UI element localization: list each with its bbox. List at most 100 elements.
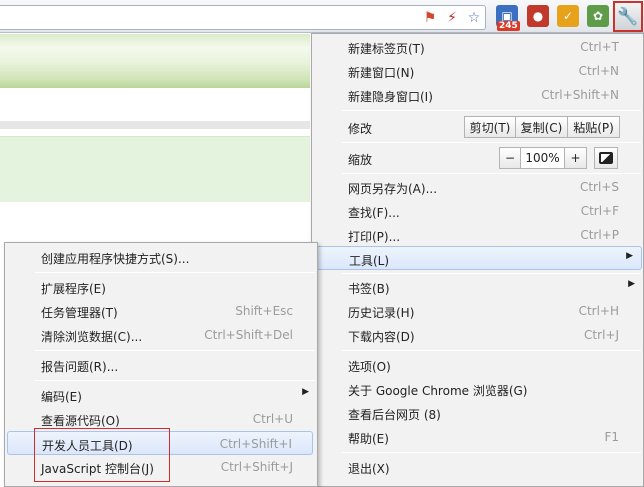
- menu-shortcut: Ctrl+P: [580, 228, 619, 242]
- menu-label: 缩放: [348, 153, 373, 167]
- menu-item-encoding[interactable]: 编码(E) ▶: [5, 383, 317, 407]
- highlight-box-wrench: [613, 1, 643, 32]
- menu-label: 查看源代码(O): [41, 414, 120, 428]
- evernote-icon: ✿: [592, 9, 604, 23]
- menu-separator: [35, 380, 315, 381]
- copy-button[interactable]: 复制(C): [516, 116, 568, 138]
- extension-badge: 245: [497, 21, 520, 31]
- menu-item-downloads[interactable]: 下载内容(D) Ctrl+J: [312, 323, 643, 347]
- menu-separator: [342, 142, 641, 143]
- menu-label: 扩展程序(E): [41, 282, 106, 296]
- fullscreen-button[interactable]: [594, 147, 618, 169]
- highlight-box-devtools: [34, 428, 170, 482]
- menu-label: 历史记录(H): [348, 306, 415, 320]
- menu-label: 书签(B): [348, 282, 390, 296]
- menu-item-new-tab[interactable]: 新建标签页(T) Ctrl+T: [312, 35, 643, 59]
- menu-item-edit: 修改 剪切(T) 复制(C) 粘贴(P): [312, 113, 643, 141]
- menu-item-create-shortcuts[interactable]: 创建应用程序快捷方式(S)...: [5, 245, 317, 269]
- menu-shortcut: Ctrl+Shift+N: [541, 88, 619, 102]
- extension-button-3[interactable]: ✓: [557, 5, 579, 27]
- menu-item-help[interactable]: 帮助(E) F1: [312, 425, 643, 449]
- menu-shortcut: Ctrl+Shift+Del: [204, 328, 293, 342]
- menu-separator: [342, 273, 641, 274]
- menu-separator: [342, 173, 641, 174]
- menu-shortcut: Ctrl+N: [578, 64, 619, 78]
- extension-button-4[interactable]: ✿: [587, 5, 609, 27]
- menu-item-options[interactable]: 选项(O): [312, 353, 643, 377]
- paste-button[interactable]: 粘贴(P): [568, 116, 620, 138]
- menu-label: 修改: [348, 122, 373, 136]
- menu-label: 创建应用程序快捷方式(S)...: [41, 252, 190, 266]
- menu-shortcut: Shift+Esc: [235, 304, 293, 318]
- menu-item-report-issue[interactable]: 报告问题(R)...: [5, 353, 317, 377]
- menu-label: 关于 Google Chrome 浏览器(G): [348, 384, 528, 398]
- submenu-arrow-icon: ▶: [626, 251, 633, 261]
- page-panel: [0, 136, 310, 202]
- browser-toolbar: ⚑ ⚡ ☆ ▣ 245 ● ✓ ✿ 🔧: [0, 0, 644, 33]
- menu-separator: [342, 110, 641, 111]
- menu-item-about[interactable]: 关于 Google Chrome 浏览器(G): [312, 377, 643, 401]
- submenu-arrow-icon: ▶: [302, 387, 309, 397]
- menu-item-exit[interactable]: 退出(X): [312, 455, 643, 479]
- menu-shortcut: Ctrl+S: [579, 180, 619, 194]
- menu-label: 选项(O): [348, 360, 391, 374]
- menu-item-clear-data[interactable]: 清除浏览数据(C)... Ctrl+Shift+Del: [5, 323, 317, 347]
- menu-label: 新建隐身窗口(I): [348, 90, 433, 104]
- cut-button[interactable]: 剪切(T): [464, 116, 516, 138]
- menu-label: 帮助(E): [348, 432, 389, 446]
- menu-label: 新建标签页(T): [348, 42, 425, 56]
- submenu-arrow-icon: ▶: [628, 279, 635, 289]
- zoom-level: 100%: [521, 147, 565, 169]
- page-divider: [0, 121, 310, 129]
- menu-item-find[interactable]: 查找(F)... Ctrl+F: [312, 199, 643, 223]
- menu-shortcut: Ctrl+U: [252, 412, 293, 426]
- menu-item-tools[interactable]: 工具(L) ▶: [316, 246, 642, 270]
- menu-separator: [35, 350, 315, 351]
- menu-item-extensions[interactable]: 扩展程序(E): [5, 275, 317, 299]
- extension-3-icon: ✓: [562, 9, 574, 23]
- extension-2-icon: ●: [532, 9, 544, 23]
- menu-item-new-incognito[interactable]: 新建隐身窗口(I) Ctrl+Shift+N: [312, 83, 643, 107]
- page-banner: [0, 34, 310, 88]
- menu-separator: [35, 272, 315, 273]
- zoom-out-button[interactable]: −: [499, 147, 521, 169]
- menu-separator: [342, 452, 641, 453]
- menu-label: 网页另存为(A)...: [348, 182, 438, 196]
- menu-shortcut: Ctrl+F: [580, 204, 619, 218]
- menu-label: 查看后台网页 (8): [348, 408, 441, 422]
- menu-separator: [342, 350, 641, 351]
- fullscreen-icon: [599, 152, 613, 164]
- menu-item-save-as[interactable]: 网页另存为(A)... Ctrl+S: [312, 175, 643, 199]
- menu-shortcut: Ctrl+Shift+J: [220, 460, 293, 474]
- menu-label: 退出(X): [348, 462, 390, 476]
- menu-item-bookmarks[interactable]: 书签(B) ▶: [312, 275, 643, 299]
- menu-label: 新建窗口(N): [348, 66, 415, 80]
- menu-shortcut: Ctrl+T: [580, 40, 619, 54]
- menu-label: 清除浏览数据(C)...: [41, 330, 143, 344]
- menu-item-history[interactable]: 历史记录(H) Ctrl+H: [312, 299, 643, 323]
- menu-item-task-manager[interactable]: 任务管理器(T) Shift+Esc: [5, 299, 317, 323]
- wrench-menu: 新建标签页(T) Ctrl+T 新建窗口(N) Ctrl+N 新建隐身窗口(I)…: [311, 33, 644, 487]
- menu-shortcut: Ctrl+J: [584, 328, 619, 342]
- menu-shortcut: F1: [604, 430, 619, 444]
- address-bar[interactable]: ⚑ ⚡ ☆: [0, 5, 486, 30]
- menu-label: 编码(E): [41, 390, 82, 404]
- menu-label: 报告问题(R)...: [41, 360, 119, 374]
- menu-item-zoom: 缩放 − 100% +: [312, 144, 643, 172]
- lightning-icon[interactable]: ⚡: [444, 10, 460, 26]
- extension-button-2[interactable]: ●: [527, 5, 549, 27]
- menu-label: 打印(P)...: [348, 230, 401, 244]
- menu-item-new-window[interactable]: 新建窗口(N) Ctrl+N: [312, 59, 643, 83]
- menu-label: 工具(L): [349, 254, 390, 268]
- extension-button-1[interactable]: ▣ 245: [496, 5, 520, 31]
- bookmark-flag-icon[interactable]: ⚑: [422, 10, 438, 26]
- zoom-in-button[interactable]: +: [565, 147, 587, 169]
- menu-label: 任务管理器(T): [41, 306, 118, 320]
- star-icon[interactable]: ☆: [466, 10, 482, 26]
- menu-label: 下载内容(D): [348, 330, 415, 344]
- menu-label: 查找(F)...: [348, 206, 400, 220]
- menu-item-background-pages[interactable]: 查看后台网页 (8): [312, 401, 643, 425]
- menu-shortcut: Ctrl+Shift+I: [219, 437, 292, 451]
- menu-shortcut: Ctrl+H: [578, 304, 619, 318]
- menu-item-print[interactable]: 打印(P)... Ctrl+P: [312, 223, 643, 247]
